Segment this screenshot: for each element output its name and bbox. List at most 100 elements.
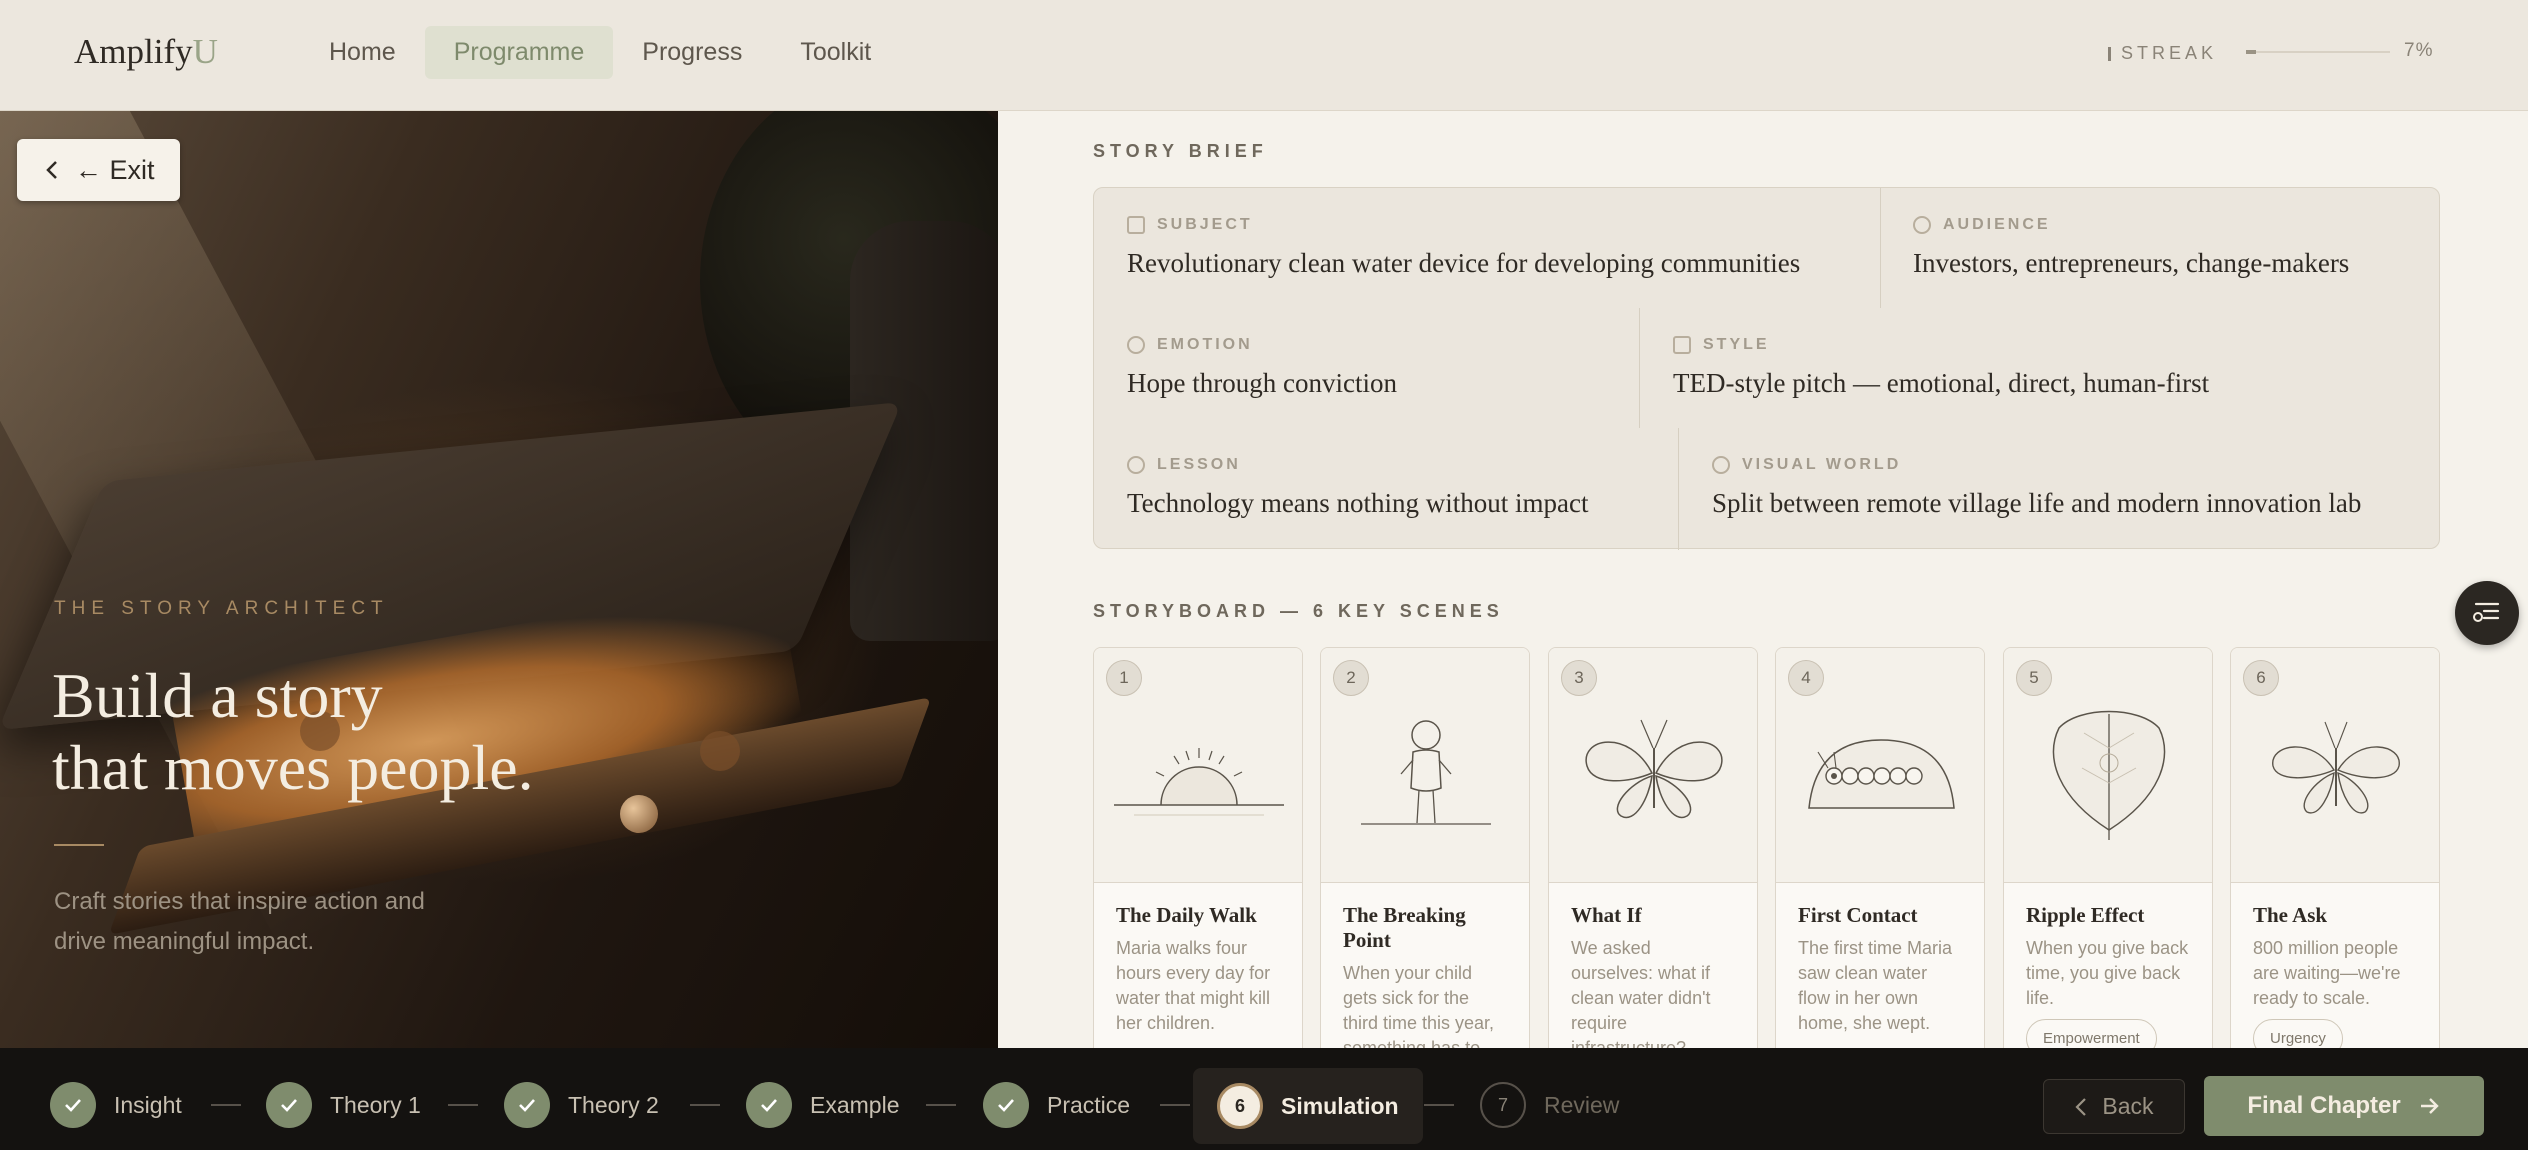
caterpillar-icon [1808,739,1955,809]
scene-title: The Ask [2253,903,2328,927]
chevron-left-icon [46,161,57,179]
chevron-left-icon [2075,1097,2087,1116]
leaf-icon [2052,710,2166,840]
nav-item-progress[interactable]: Progress [613,26,771,79]
brief-style: STYLE TED-style pitch — emotional, direc… [1673,336,2209,399]
scene-description: The first time Maria saw clean water flo… [1798,938,1953,1033]
scene-tag: Urgency [2253,1019,2343,1048]
outline-toggle-button[interactable] [2455,581,2519,645]
storyboard-scenes: 1 The Daily Walk Maria walks four hours … [1093,647,2440,1048]
globe-icon [1712,456,1730,474]
scene-description: When your child gets sick for the third … [1343,963,1495,1048]
people-icon [1913,216,1931,234]
step-label: Insight [114,1091,182,1118]
audience-value: Investors, entrepreneurs, change-makers [1913,248,2350,278]
scene-title: First Contact [1798,903,1918,927]
style-label: STYLE [1703,336,1770,353]
step-label: Example [810,1091,900,1118]
step-review[interactable]: 7 Review [1480,1082,1619,1128]
visual-world-value: Split between remote village life and mo… [1712,488,2362,518]
progress-percent: 7% [2404,40,2434,61]
scene-art: 1 [1094,648,1302,883]
exit-button[interactable]: ← Exit [17,139,180,201]
list-icon [2473,602,2500,622]
check-icon [746,1082,792,1128]
step-label: Theory 1 [330,1091,421,1118]
emotion-value: Hope through conviction [1127,368,1397,398]
lightbulb-icon [1127,456,1145,474]
final-chapter-button[interactable]: Final Chapter [2204,1076,2484,1136]
step-simulation[interactable]: 6 Simulation [1193,1068,1423,1144]
step-practice[interactable]: Practice [983,1082,1130,1128]
step-example[interactable]: Example [746,1082,899,1128]
exit-label: ← Exit [75,154,155,185]
app-logo[interactable]: AmplifyU [74,32,218,72]
brief-visual-world: VISUAL WORLD Split between remote villag… [1712,456,2361,519]
butterfly-icon [1585,719,1723,819]
scene-art: 2 [1321,648,1529,883]
audience-label: AUDIENCE [1943,216,2051,233]
step-theory-1[interactable]: Theory 1 [266,1082,421,1128]
step-connector [1160,1104,1190,1106]
scene-tag: Empowerment [2026,1019,2157,1048]
lesson-label: LESSON [1157,456,1241,473]
hero-subtext: Craft stories that inspire action and dr… [54,888,425,955]
step-connector [926,1104,956,1106]
step-connector [211,1104,241,1106]
scene-card[interactable]: 4 First Contact The first time Maria saw… [1775,647,1985,1048]
tree-image [700,731,740,771]
scene-card[interactable]: 3 What If We asked ourselves: what if cl… [1548,647,1758,1048]
step-label: Theory 2 [568,1091,659,1118]
step-connector [448,1104,478,1106]
scene-title: Ripple Effect [2026,903,2145,927]
progress-bar [2246,50,2390,54]
scene-card[interactable]: 5 Ripple Effect When you give back time,… [2003,647,2213,1048]
scene-description: We asked ourselves: what if clean water … [1571,938,1711,1048]
nav-item-programme[interactable]: Programme [424,26,614,79]
nav-item-toolkit[interactable]: Toolkit [771,26,900,79]
headline-line-1: Build a story [52,660,383,731]
style-value: TED-style pitch — emotional, direct, hum… [1673,368,2210,398]
progress-fill [2246,50,2257,54]
person-icon [1361,720,1491,825]
streak-label: STREAK [2121,43,2218,63]
divider [1678,428,1679,550]
check-icon [266,1082,312,1128]
scene-art: 6 [2231,648,2439,883]
step-number: 7 [1480,1082,1526,1128]
subject-label: SUBJECT [1157,216,1253,233]
step-label: Simulation [1281,1092,1399,1119]
check-icon [504,1082,550,1128]
document-icon [1127,216,1145,234]
subject-value: Revolutionary clean water device for dev… [1127,248,1801,278]
ball-image [620,795,658,833]
visual-world-label: VISUAL WORLD [1742,456,1902,473]
scene-card[interactable]: 2 The Breaking Point When your child get… [1320,647,1530,1048]
final-chapter-label: Final Chapter [2247,1092,2401,1119]
step-connector [1424,1104,1454,1106]
heart-icon [1127,336,1145,354]
storyboard-heading: STORYBOARD — 6 KEY SCENES [1093,601,1504,621]
hero-eyebrow: THE STORY ARCHITECT [54,598,389,619]
back-button[interactable]: Back [2043,1079,2185,1134]
nav-item-home[interactable]: Home [300,26,425,79]
step-theory-2[interactable]: Theory 2 [504,1082,659,1128]
step-connector [690,1104,720,1106]
layout-icon [1673,336,1691,354]
scene-art: 3 [1549,648,1757,883]
hero-divider [54,844,104,846]
sunrise-icon [1114,748,1284,816]
headline-line-2: that moves people. [52,732,534,803]
check-icon [50,1082,96,1128]
step-insight[interactable]: Insight [50,1082,182,1128]
scene-title: What If [1571,903,1642,927]
scene-card[interactable]: 1 The Daily Walk Maria walks four hours … [1093,647,1303,1048]
step-label: Review [1544,1091,1620,1118]
scene-card[interactable]: 6 The Ask 800 million people are waiting… [2230,647,2440,1048]
step-label: Practice [1047,1091,1131,1118]
brief-lesson: LESSON Technology means nothing without … [1127,456,1589,519]
brief-subject: SUBJECT Revolutionary clean water device… [1127,216,1800,279]
butterfly-icon [2272,721,2400,814]
main-nav: Home Programme Progress Toolkit [300,26,900,79]
check-icon [983,1082,1029,1128]
